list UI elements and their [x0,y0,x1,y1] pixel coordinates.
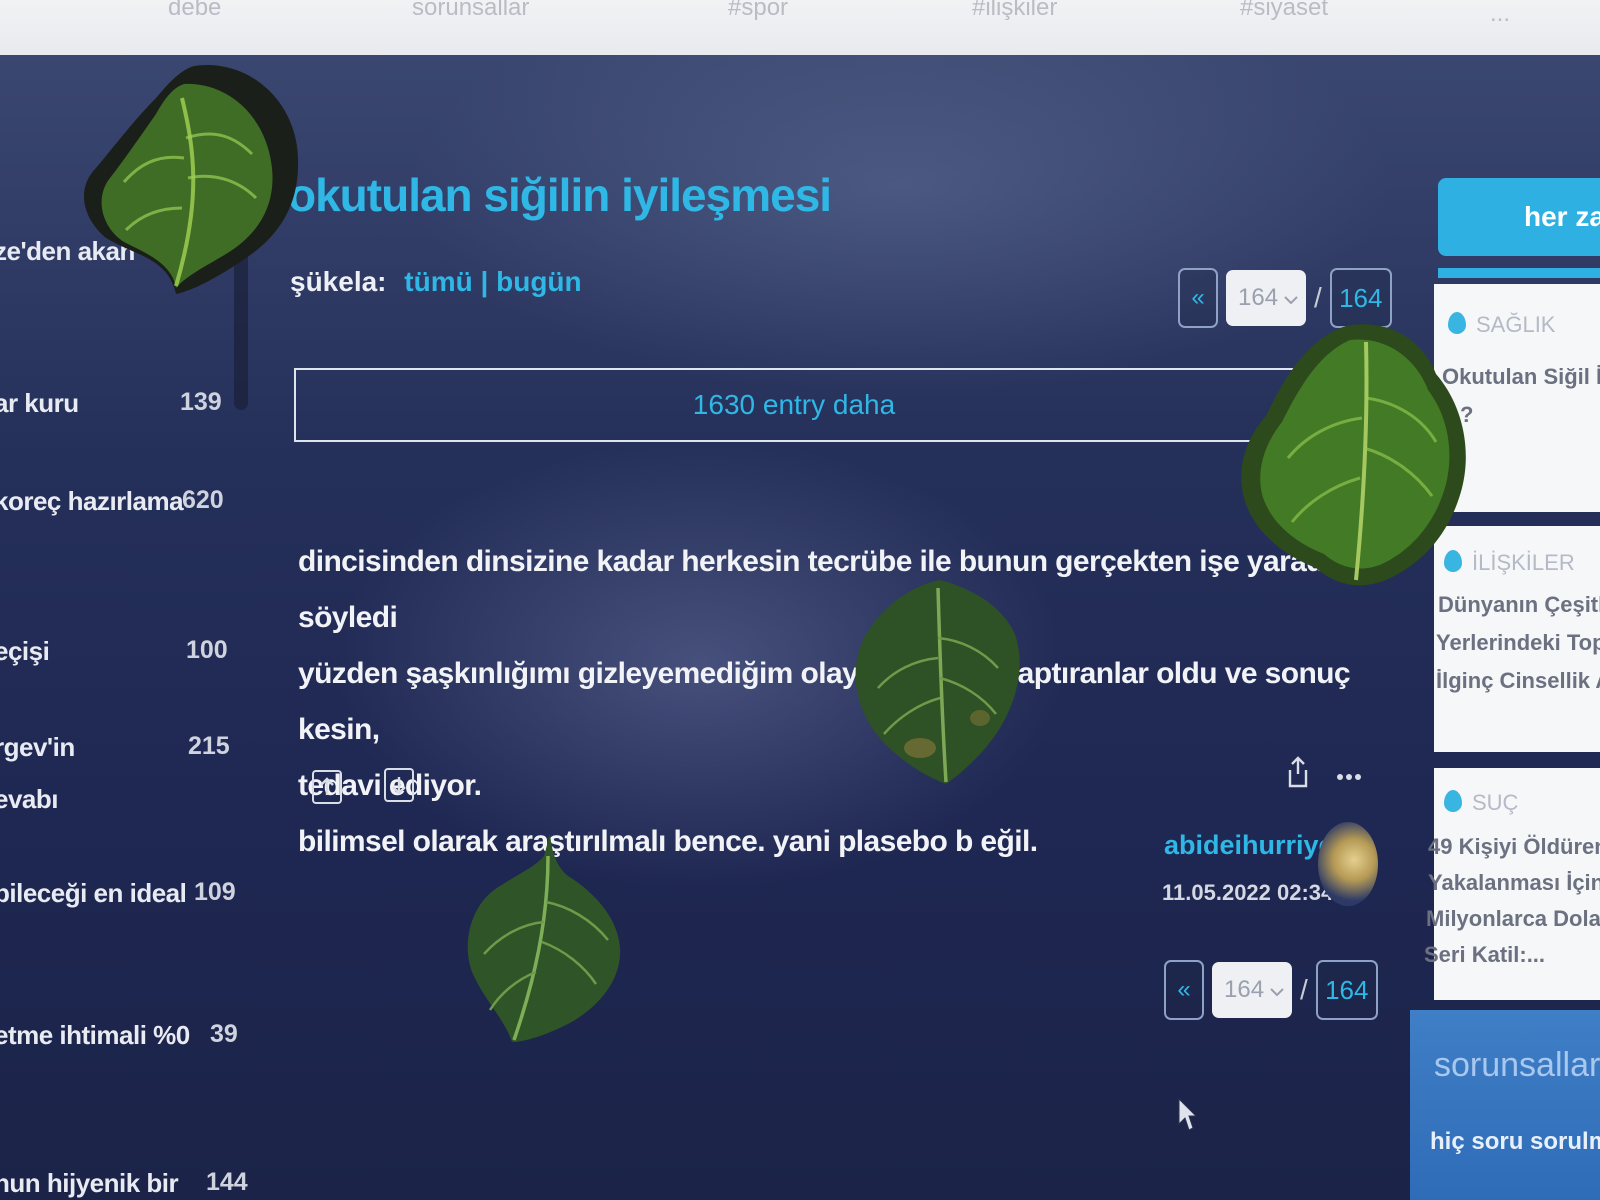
left-topic-count: 100 [186,636,228,664]
leaf-image [855,580,1020,784]
nav-item-sorunsallar[interactable]: sorunsallar [412,0,529,22]
sukela-separator: | [480,266,489,297]
left-topic-count: 109 [194,878,236,906]
left-topic-count: 139 [180,388,222,416]
card-line: Seri Katil:... [1424,942,1546,967]
share-icon[interactable] [1286,756,1310,796]
card-line: Milyonlarca Dolar [1426,906,1600,931]
left-topic-item[interactable]: nun hijyenik bir [0,1168,179,1199]
pager-slash: / [1314,282,1322,313]
entry-line: tedavi ediyor. [298,769,482,802]
more-options-icon[interactable] [1336,756,1362,788]
entry-line: yüzden şaşkınlığımı gizleyemediğim olayd… [298,657,1351,746]
left-topic-count: 215 [188,732,230,760]
left-topic-count: 39 [210,1020,238,1048]
entry-line: dincisinden dinsizine kadar herkesin tec… [298,545,1383,634]
sukela-all-link[interactable]: tümü [404,266,472,297]
card-line: Yakalanması İçin [1428,870,1600,895]
page-title[interactable]: okutulan siğilin iyileşmesi [288,168,832,222]
left-topic-count: 620 [182,486,224,514]
sorunsallar-panel: sorunsallar hiç soru sorulmam [1410,1010,1600,1200]
right-accent-bar [1438,268,1600,278]
page-select-value: 164 [1238,284,1279,311]
left-topic-item[interactable]: eçişi [0,636,50,667]
card-category: İLİŞKİLER [1472,550,1575,575]
left-topic-item[interactable]: koreç hazırlama [0,486,184,517]
downvote-icon[interactable] [384,768,414,802]
pager-prev-button[interactable]: « [1164,960,1204,1020]
card-line: İlginç Cinsellik An [1436,668,1600,693]
top-nav: debe sorunsallar #spor #ilişkiler #siyas… [0,0,1600,62]
pager-prev-button[interactable]: « [1178,268,1218,328]
entry-content: dincisinden dinsizine kadar herkesin tec… [298,534,1388,870]
more-entries-button[interactable]: 1630 entry daha [294,368,1294,442]
mouse-pointer-icon [1178,1097,1198,1132]
avatar[interactable] [1318,822,1378,906]
entry-author[interactable]: abideihurriyet [1164,830,1343,861]
nav-item-siyaset[interactable]: #siyaset [1240,0,1328,22]
card-category: SUÇ [1472,790,1519,815]
leaf-image [1241,324,1466,586]
card-line: 49 Kişiyi Öldüren, [1428,834,1600,859]
left-topic-item[interactable]: bileceği en ideal [0,878,187,909]
nav-item-iliskiler[interactable]: #ilişkiler [972,0,1057,22]
pager-bottom: « 164 / 164 [1164,960,1378,1020]
drop-icon [1444,790,1462,812]
leaf-image [83,64,299,294]
leaf-image [467,834,621,1042]
entry-date[interactable]: 11.05.2022 02:34 [1162,880,1333,906]
sukela-filter: şükela: tümü | bugün [290,266,582,298]
sukela-today-link[interactable]: bugün [496,266,582,297]
card-line: Yerlerindeki Topl [1436,630,1600,655]
left-topic-item[interactable]: etme ihtimali %0 [0,1020,190,1051]
page-select[interactable]: 164 [1212,962,1292,1018]
sorunsallar-subtitle: hiç soru sorulmam [1430,1128,1600,1155]
pager-slash: / [1300,974,1308,1005]
right-card-suc[interactable]: SUÇ 49 Kişiyi Öldüren, Yakalanması İçin … [1424,768,1600,1000]
chevron-down-icon [1284,284,1298,312]
nav-item-spor[interactable]: #spor [728,0,788,22]
left-topic-item-cont[interactable]: evabı [0,784,59,815]
right-tab-button[interactable]: her za [1438,178,1600,256]
pager-last-button[interactable]: 164 [1315,960,1378,1020]
card-category: SAĞLIK [1476,312,1556,337]
left-topic-item[interactable]: ar kuru [0,388,79,419]
nav-more[interactable]: ... [1490,0,1510,28]
upvote-icon[interactable] [312,770,342,804]
chevron-down-icon [1270,976,1284,1004]
page-select-value: 164 [1224,976,1265,1003]
left-topic-count: 144 [206,1168,248,1196]
sorunsallar-title[interactable]: sorunsallar [1434,1046,1600,1085]
left-topic-item[interactable]: rgev'in [0,732,75,763]
